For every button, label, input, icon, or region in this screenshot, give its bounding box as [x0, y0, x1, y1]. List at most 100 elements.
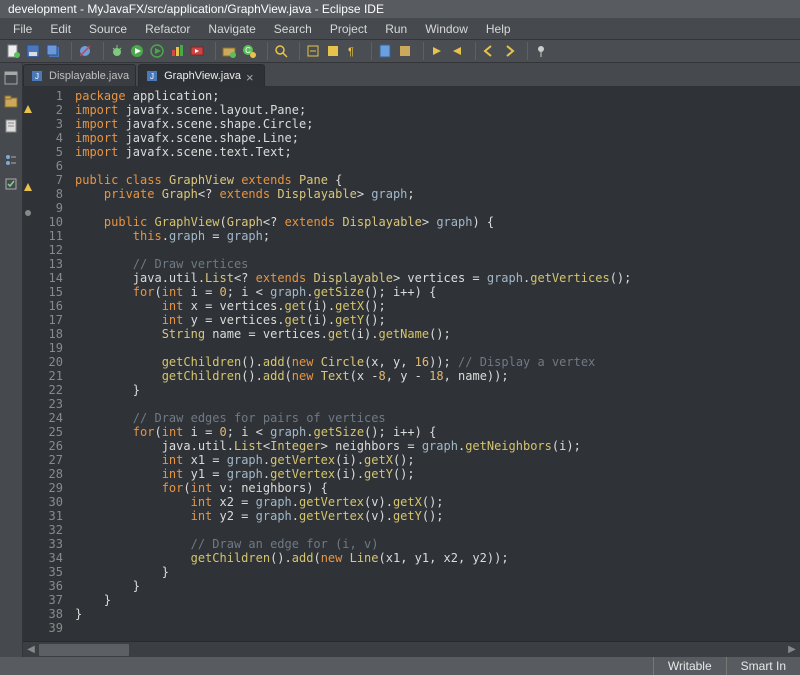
code-line[interactable] [75, 201, 800, 215]
menu-bar: FileEditSourceRefactorNavigateSearchProj… [0, 18, 800, 39]
warning-marker-icon[interactable] [23, 102, 33, 115]
restore-view-icon[interactable] [0, 67, 22, 89]
code-line[interactable]: for(int v: neighbors) { [75, 481, 800, 495]
outline-icon[interactable] [0, 149, 22, 171]
line-number: 33 [37, 537, 67, 551]
annotation-ruler[interactable] [23, 87, 37, 641]
code-line[interactable]: int x = vertices.get(i).getX(); [75, 299, 800, 313]
line-number: 29 [37, 481, 67, 495]
code-line[interactable]: // Draw edges for pairs of vertices [75, 411, 800, 425]
toggle-block-icon[interactable] [324, 42, 342, 60]
menu-file[interactable]: File [4, 20, 41, 38]
line-number-ruler[interactable]: 1234567891011121314151617181920212223242… [37, 87, 67, 641]
code-line[interactable]: package application; [75, 89, 800, 103]
code-line[interactable]: } [75, 383, 800, 397]
code-line[interactable]: import javafx.scene.shape.Line; [75, 131, 800, 145]
code-line[interactable]: for(int i = 0; i < graph.getSize(); i++)… [75, 425, 800, 439]
scroll-thumb[interactable] [39, 644, 129, 656]
code-line[interactable]: String name = vertices.get(i).getName(); [75, 327, 800, 341]
code-line[interactable]: // Draw an edge for (i, v) [75, 537, 800, 551]
editor-tab[interactable]: JGraphView.java× [138, 64, 265, 86]
code-line[interactable]: getChildren().add(new Text(x -8, y - 18,… [75, 369, 800, 383]
scroll-right-icon[interactable]: ▶ [784, 644, 800, 655]
code-line[interactable]: int y2 = graph.getVertex(v).getY(); [75, 509, 800, 523]
menu-refactor[interactable]: Refactor [136, 20, 199, 38]
navigator-icon[interactable] [0, 115, 22, 137]
new-package-icon[interactable] [220, 42, 238, 60]
menu-source[interactable]: Source [80, 20, 136, 38]
menu-help[interactable]: Help [477, 20, 520, 38]
forward-icon[interactable] [500, 42, 518, 60]
code-line[interactable]: int y = vertices.get(i).getY(); [75, 313, 800, 327]
line-number: 37 [37, 593, 67, 607]
new-file-icon[interactable] [4, 42, 22, 60]
back-icon[interactable] [480, 42, 498, 60]
toggle-whitespace-icon[interactable]: ¶ [344, 42, 362, 60]
task-icon[interactable] [376, 42, 394, 60]
code-line[interactable]: for(int i = 0; i < graph.getSize(); i++)… [75, 285, 800, 299]
code-line[interactable] [75, 523, 800, 537]
code-line[interactable]: // Draw vertices [75, 257, 800, 271]
tasks-icon[interactable] [0, 173, 22, 195]
code-line[interactable] [75, 243, 800, 257]
code-editor[interactable]: 1234567891011121314151617181920212223242… [23, 87, 800, 641]
line-number: 39 [37, 621, 67, 635]
search-icon[interactable] [272, 42, 290, 60]
code-line[interactable]: public class GraphView extends Pane { [75, 173, 800, 187]
annotation-icon[interactable] [396, 42, 414, 60]
external-tools-icon[interactable] [188, 42, 206, 60]
line-number: 9 [37, 201, 67, 215]
code-line[interactable]: int x1 = graph.getVertex(i).getX(); [75, 453, 800, 467]
menu-edit[interactable]: Edit [41, 20, 80, 38]
coverage-icon[interactable] [168, 42, 186, 60]
skip-breakpoints-icon[interactable] [76, 42, 94, 60]
code-line[interactable]: getChildren().add(new Circle(x, y, 16));… [75, 355, 800, 369]
editor-tab[interactable]: JDisplayable.java [23, 64, 136, 86]
source-code[interactable]: package application;import javafx.scene.… [67, 87, 800, 641]
new-class-icon[interactable]: C [240, 42, 258, 60]
status-bar: Writable Smart In [0, 657, 800, 675]
save-all-icon[interactable] [44, 42, 62, 60]
code-line[interactable]: getChildren().add(new Line(x1, y1, x2, y… [75, 551, 800, 565]
scroll-left-icon[interactable]: ◀ [23, 644, 39, 655]
line-number: 13 [37, 257, 67, 271]
debug-icon[interactable] [108, 42, 126, 60]
code-line[interactable]: } [75, 593, 800, 607]
title-bar: development - MyJavaFX/src/application/G… [0, 0, 800, 18]
code-line[interactable]: int y1 = graph.getVertex(i).getY(); [75, 467, 800, 481]
code-line[interactable] [75, 621, 800, 635]
menu-navigate[interactable]: Navigate [199, 20, 264, 38]
code-line[interactable] [75, 159, 800, 173]
menu-window[interactable]: Window [416, 20, 477, 38]
close-icon[interactable]: × [246, 70, 258, 82]
prev-annotation-icon[interactable] [448, 42, 466, 60]
scroll-track[interactable] [39, 643, 784, 657]
code-line[interactable] [75, 341, 800, 355]
menu-run[interactable]: Run [376, 20, 416, 38]
code-line[interactable]: java.util.List<? extends Displayable> ve… [75, 271, 800, 285]
menu-project[interactable]: Project [321, 20, 376, 38]
code-line[interactable]: public GraphView(Graph<? extends Display… [75, 215, 800, 229]
code-line[interactable]: } [75, 565, 800, 579]
code-line[interactable]: import javafx.scene.text.Text; [75, 145, 800, 159]
code-line[interactable]: java.util.List<Integer> neighbors = grap… [75, 439, 800, 453]
save-icon[interactable] [24, 42, 42, 60]
toggle-mark-icon[interactable] [304, 42, 322, 60]
pin-icon[interactable] [532, 42, 550, 60]
code-line[interactable]: import javafx.scene.layout.Pane; [75, 103, 800, 117]
override-marker-icon[interactable] [23, 206, 33, 219]
code-line[interactable] [75, 397, 800, 411]
code-line[interactable]: } [75, 607, 800, 621]
code-line[interactable]: } [75, 579, 800, 593]
next-annotation-icon[interactable] [428, 42, 446, 60]
warning-marker-icon[interactable] [23, 180, 33, 193]
horizontal-scrollbar[interactable]: ◀ ▶ [23, 641, 800, 657]
code-line[interactable]: int x2 = graph.getVertex(v).getX(); [75, 495, 800, 509]
code-line[interactable]: private Graph<? extends Displayable> gra… [75, 187, 800, 201]
package-explorer-icon[interactable] [0, 91, 22, 113]
run-icon[interactable] [128, 42, 146, 60]
menu-search[interactable]: Search [265, 20, 321, 38]
code-line[interactable]: this.graph = graph; [75, 229, 800, 243]
code-line[interactable]: import javafx.scene.shape.Circle; [75, 117, 800, 131]
run-last-icon[interactable] [148, 42, 166, 60]
